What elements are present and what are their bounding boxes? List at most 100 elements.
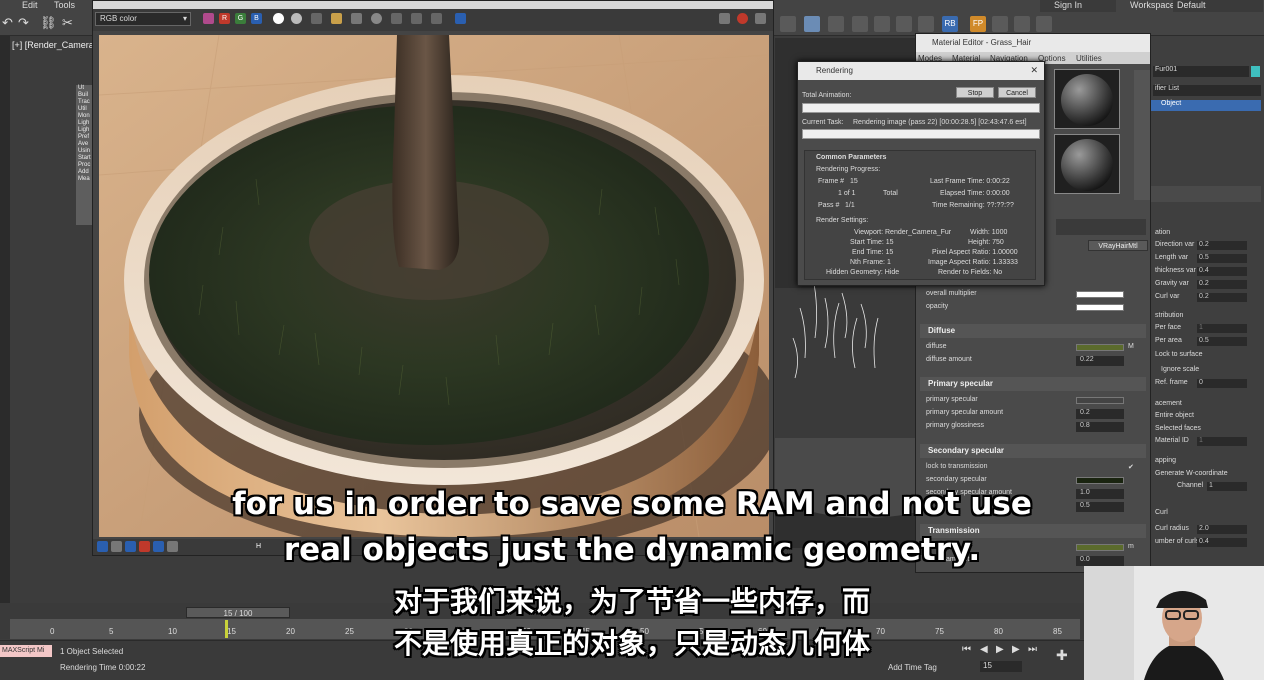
- render-cloud-icon[interactable]: [896, 16, 912, 32]
- stop-button[interactable]: Stop: [956, 87, 994, 98]
- common-parameters-title[interactable]: Common Parameters: [816, 154, 886, 161]
- secondary-specular-label: secondary specular: [926, 476, 987, 483]
- current-frame-field[interactable]: 15: [980, 661, 1022, 672]
- generate-w-checkbox[interactable]: Generate W-coordinate: [1155, 470, 1228, 477]
- curl-var-label: Curl var: [1155, 293, 1180, 300]
- thickness-var-spinner[interactable]: 0.4: [1197, 267, 1247, 276]
- diffuse-amount-spinner[interactable]: 0.22: [1076, 356, 1124, 366]
- crosshair-icon[interactable]: [411, 13, 422, 24]
- workspace-dropdown[interactable]: Default: [1173, 0, 1263, 12]
- render-active-icon[interactable]: [874, 16, 890, 32]
- slot-side-toolbar: [1134, 70, 1150, 200]
- lens-icon[interactable]: [391, 13, 402, 24]
- material-id-radio[interactable]: Material ID: [1155, 437, 1189, 444]
- rendered-frame-window-icon[interactable]: [804, 16, 820, 32]
- primary-specular-amount-spinner[interactable]: 0.2: [1076, 409, 1124, 419]
- render-setup-icon[interactable]: [780, 16, 796, 32]
- link-icon[interactable]: ⛓: [40, 15, 57, 31]
- color-channel-icon[interactable]: [203, 13, 214, 24]
- channel-select[interactable]: RGB color ▾: [95, 12, 191, 26]
- secondary-specular-swatch[interactable]: [1076, 477, 1124, 484]
- direction-var-label: Direction var: [1155, 241, 1195, 248]
- per-face-spinner[interactable]: 1: [1197, 324, 1247, 333]
- primary-specular-swatch[interactable]: [1076, 397, 1124, 404]
- rfw-title-bar: [93, 1, 773, 9]
- total-animation-label: Total Animation:: [802, 92, 852, 99]
- primary-glossiness-spinner[interactable]: 0.8: [1076, 422, 1124, 432]
- save-icon[interactable]: [311, 13, 322, 24]
- ref-frame-spinner[interactable]: 0: [1197, 379, 1247, 388]
- subtitle-line-4: 不是使用真正的对象，只是动态几何体: [393, 627, 870, 660]
- sign-in-dropdown[interactable]: Sign In: [1040, 0, 1116, 12]
- material-id-spinner[interactable]: 1: [1197, 437, 1247, 446]
- rendering-dialog-title: Rendering: [798, 62, 1044, 80]
- open-folder-icon[interactable]: [331, 13, 342, 24]
- subtitle-line-3: 对于我们来说，为了节省一些内存，而: [393, 585, 870, 618]
- viewport-label[interactable]: [+] [Render_Camera_F: [12, 40, 104, 50]
- region-icon[interactable]: [431, 13, 442, 24]
- diffuse-swatch[interactable]: [1076, 344, 1124, 351]
- length-var-spinner[interactable]: 0.5: [1197, 254, 1247, 263]
- channel-select-value: RGB color: [100, 14, 137, 23]
- material-slot-2[interactable]: [1054, 134, 1120, 194]
- history-icon[interactable]: [719, 13, 730, 24]
- diffuse-rollout[interactable]: Diffuse: [920, 324, 1146, 338]
- current-task-progress: [802, 129, 1040, 139]
- redo-icon[interactable]: ↷: [18, 15, 29, 31]
- white-channel-icon[interactable]: [273, 13, 284, 24]
- green-channel-button[interactable]: G: [235, 13, 246, 24]
- overall-multiplier-swatch[interactable]: [1076, 291, 1124, 298]
- undo-icon[interactable]: ↶: [2, 15, 13, 31]
- clear-icon[interactable]: [351, 13, 362, 24]
- per-face-radio[interactable]: Per face: [1155, 324, 1181, 331]
- unlink-icon[interactable]: ✂: [62, 15, 73, 31]
- blue-channel-button[interactable]: B: [251, 13, 262, 24]
- stop-render-icon[interactable]: [737, 13, 748, 24]
- render-iterative-icon[interactable]: [852, 16, 868, 32]
- lock-to-transmission-checkbox[interactable]: ✔: [1128, 463, 1134, 471]
- ref-frame-label: Ref. frame: [1155, 379, 1188, 386]
- primary-specular-label: primary specular: [926, 396, 978, 403]
- mapping-title: apping: [1155, 457, 1177, 464]
- modifier-stack-object[interactable]: Object: [1151, 100, 1261, 111]
- secondary-specular-rollout[interactable]: Secondary specular: [920, 444, 1146, 458]
- opacity-swatch[interactable]: [1076, 304, 1124, 311]
- direction-var-spinner[interactable]: 0.2: [1197, 241, 1247, 250]
- tools-icon[interactable]: [1014, 16, 1030, 32]
- gravity-var-label: Gravity var: [1155, 280, 1189, 287]
- menu-edit[interactable]: Edit: [22, 0, 38, 10]
- entire-object-radio[interactable]: Entire object: [1155, 412, 1194, 419]
- settings-icon[interactable]: [755, 13, 766, 24]
- list-icon[interactable]: [1036, 16, 1052, 32]
- curl-var-spinner[interactable]: 0.2: [1197, 293, 1247, 302]
- ignore-scale-checkbox[interactable]: Ignore scale: [1161, 366, 1199, 373]
- vray-icon[interactable]: [992, 16, 1008, 32]
- per-area-spinner[interactable]: 0.5: [1197, 337, 1247, 346]
- selected-faces-radio[interactable]: Selected faces: [1155, 425, 1201, 432]
- close-icon[interactable]: ✕: [1030, 65, 1038, 76]
- modifier-list-dropdown[interactable]: ifier List: [1153, 85, 1261, 96]
- fp-icon[interactable]: FP: [970, 16, 986, 32]
- gravity-var-spinner[interactable]: 0.2: [1197, 280, 1247, 289]
- material-slot-1[interactable]: [1054, 69, 1120, 129]
- diffuse-amount-label: diffuse amount: [926, 356, 972, 363]
- red-channel-button[interactable]: R: [219, 13, 230, 24]
- alpha-channel-icon[interactable]: [291, 13, 302, 24]
- menu-utilities[interactable]: Utilities: [1076, 54, 1102, 63]
- material-type-button[interactable]: VRayHairMtl: [1088, 240, 1148, 251]
- sphere-icon[interactable]: [371, 13, 382, 24]
- cancel-button[interactable]: Cancel: [998, 87, 1036, 98]
- lock-to-surface-checkbox[interactable]: Lock to surface: [1155, 351, 1202, 358]
- vfb-icon[interactable]: [455, 13, 466, 24]
- material-editor-icon[interactable]: [918, 16, 934, 32]
- curl-radius-label: Curl radius: [1155, 525, 1189, 532]
- per-area-radio[interactable]: Per area: [1155, 337, 1182, 344]
- add-time-tag[interactable]: Add Time Tag: [888, 663, 937, 672]
- render-production-icon[interactable]: [828, 16, 844, 32]
- primary-specular-rollout[interactable]: Primary specular: [920, 377, 1146, 391]
- diffuse-map-button[interactable]: M: [1128, 343, 1134, 350]
- object-name-field[interactable]: Fur001: [1153, 66, 1249, 77]
- object-color-swatch[interactable]: [1251, 66, 1260, 77]
- rb-icon[interactable]: RB: [942, 16, 958, 32]
- menu-tools[interactable]: Tools: [54, 0, 75, 10]
